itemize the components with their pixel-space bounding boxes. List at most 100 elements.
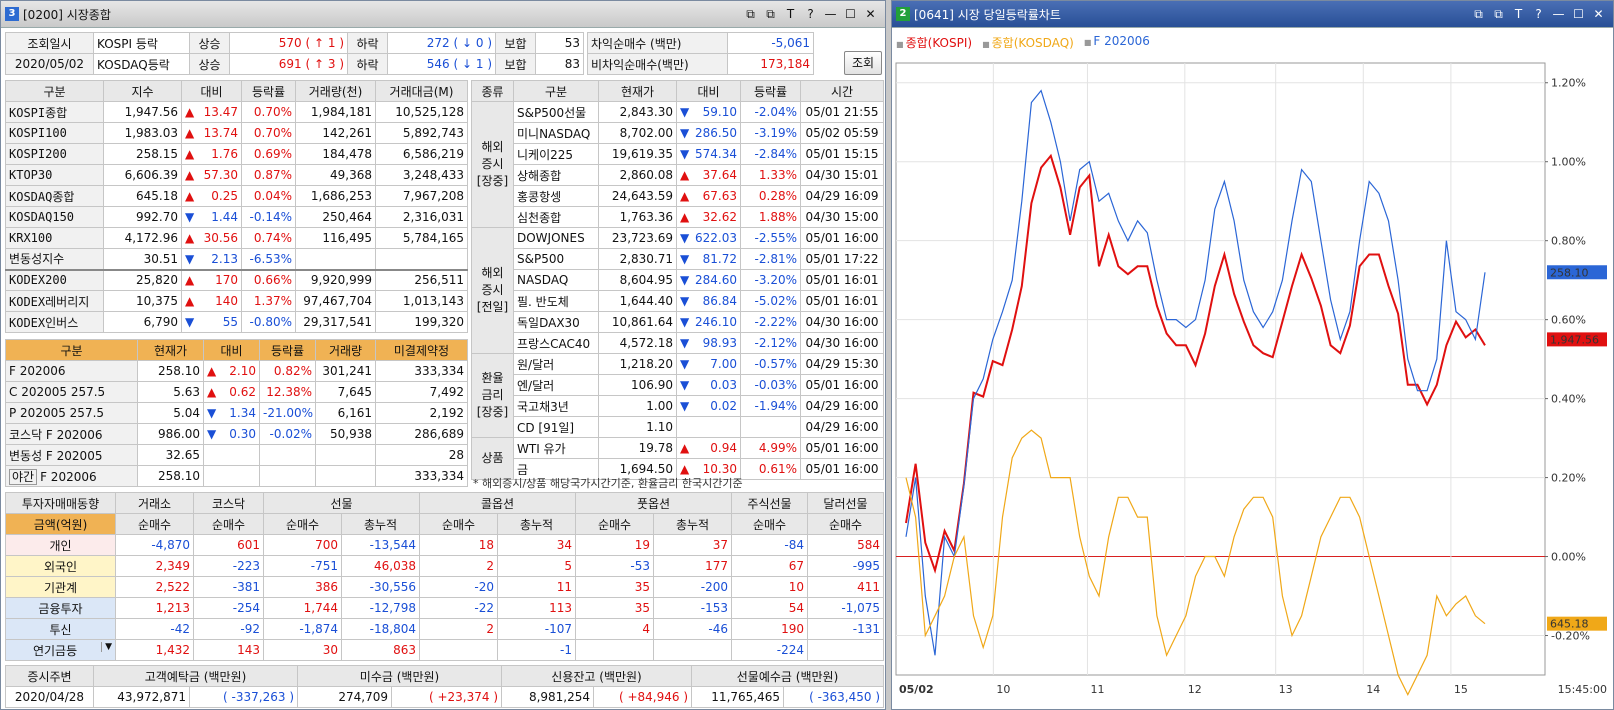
world-market-row[interactable]: CD [91일] 1.10 04/29 16:00 (472, 416, 884, 438)
investor-value: -12,798 (341, 597, 420, 619)
dropdown-arrow-icon[interactable]: ▼ (101, 641, 112, 652)
futures-row[interactable]: 코스닥 F 202006 986.00 ▼ 0.30 -0.02% 50,938 286,6… (5, 423, 468, 445)
world-market-row[interactable]: 심천종합 1,763.36 ▲ 32.62 1.88% 04/30 15:00 (472, 206, 884, 228)
world-market-time: 04/29 16:09 (800, 185, 884, 207)
world-market-name: 엔/달러 (513, 374, 599, 396)
advance-decline-row: 2020/05/02 KOSDAQ등락 상승 691 ( ↑ 3 ) 하락 546 ( ↓… (5, 53, 584, 75)
futures-name: 변동성 F 202005 (5, 444, 138, 466)
copy-icon[interactable]: ⧉ (1492, 7, 1505, 22)
world-group-label: 해외 증시 [전일] (471, 227, 514, 354)
minimize-icon[interactable]: — (824, 7, 837, 22)
futures-row[interactable]: C 202005 257.5 5.63 ▲ 0.62 12.38% 7,645 7,492 (5, 381, 468, 403)
close-icon[interactable]: ✕ (1592, 7, 1605, 22)
text-icon[interactable]: T (784, 7, 797, 22)
world-market-row[interactable]: 홍콩항셍 24,643.59 ▲ 67.63 0.28% 04/29 16:09 (472, 185, 884, 207)
help-icon[interactable]: ? (1532, 7, 1545, 22)
investor-value: 46,038 (341, 555, 420, 577)
futures-row[interactable]: 변동성 F 202005 32.65 28 (5, 444, 468, 466)
decline-label: 하락 (347, 32, 388, 54)
index-row[interactable]: KTOP30 6,606.39 ▲ 57.30 0.87% 49,368 3,248,433 (5, 164, 468, 186)
world-market-rate: -2.84% (740, 143, 801, 165)
text-icon[interactable]: T (1512, 7, 1525, 22)
column-header: 현재가 (598, 80, 677, 102)
index-change: ▲ 13.74 (181, 122, 242, 144)
legend-item[interactable]: ■ F 202006 (1084, 34, 1150, 51)
world-market-row[interactable]: 엔/달러 106.90 ▼ 0.03 -0.03% 05/01 16:00 (472, 374, 884, 396)
index-row[interactable]: KRX100 4,172.96 ▲ 30.56 0.74% 116,495 5,784,16… (5, 227, 468, 249)
copy-icon[interactable]: ⧉ (764, 7, 777, 22)
index-change: ▲ 57.30 (181, 164, 242, 186)
index-row[interactable]: KOSDAQ종합 645.18 ▲ 0.25 0.04% 1,686,253 7,967,2… (5, 185, 468, 207)
investor-value (575, 639, 654, 661)
index-row[interactable]: KOSDAQ150 992.70 ▼ 1.44 -0.14% 250,464 2,316,0… (5, 206, 468, 228)
query-button[interactable]: 조회 (844, 51, 882, 75)
index-row[interactable]: 변동성지수 30.51 ▼ 2.13 -6.53% (5, 248, 468, 270)
index-rate: 0.70% (241, 122, 296, 144)
index-row[interactable]: KOSPI200 258.15 ▲ 1.76 0.69% 184,478 6,586,219 (5, 143, 468, 165)
futures-row[interactable]: F 202006 258.10 ▲ 2.10 0.82% 301,241 333,334 (5, 360, 468, 382)
window-titlebar[interactable]: 3 [0200] 시장종합 ⧉ ⧉ T? — ☐ ✕ (1, 1, 885, 28)
restore-icon[interactable]: ⧉ (1472, 7, 1485, 22)
investor-value: -42 (115, 618, 194, 640)
maximize-icon[interactable]: ☐ (844, 7, 857, 22)
night-name: F 202006 (40, 469, 97, 484)
index-value: 992.70 (103, 206, 182, 228)
world-market-row[interactable]: 상품 WTI 유가 19.78 ▲ 0.94 4.99% 05/01 16:00 (471, 437, 884, 480)
index-row[interactable]: KOSPI100 1,983.03 ▲ 13.74 0.70% 142,261 5,892,… (5, 122, 468, 144)
close-icon[interactable]: ✕ (864, 7, 877, 22)
futures-row[interactable]: P 202005 257.5 5.04 ▼ 1.34 -21.00% 6,161 2,192 (5, 402, 468, 424)
investor-row[interactable]: 외국인 2,349 -223 -751 46,038 2 5 -53 177 67 -995 (5, 555, 884, 577)
index-row[interactable]: KODEX레버리지 10,375 ▲ 140 1.37% 97,467,704 1,013,… (5, 290, 468, 312)
column-header: 지수 (103, 80, 182, 102)
change-value: 37.64 (702, 168, 737, 182)
night-futures-name: 야간 F 202006 (5, 465, 138, 487)
investor-row[interactable]: 연기금등 ▼ 1,432 143 30 863 -1 -224 (5, 639, 884, 661)
help-icon[interactable]: ? (804, 7, 817, 22)
funds-item-header: 미수금 (백만원) (296, 665, 503, 687)
query-date-label: 조회일시 (5, 32, 94, 54)
investor-value: 143 (193, 639, 264, 661)
paren: ) (679, 690, 689, 704)
investor-row[interactable]: 금융투자 1,213 -254 1,744 -12,798 -22 113 35 -153 54-… (5, 597, 884, 619)
restore-icon[interactable]: ⧉ (744, 7, 757, 22)
world-market-row[interactable]: 환율 금리 [장중] 원/달러 1,218.20 ▼ 7.00 -0.57% 04/29 1… (471, 353, 884, 438)
legend-item[interactable]: ■ 종합(KOSDAQ) (982, 34, 1074, 51)
change-value: 55 (222, 315, 238, 329)
intraday-change-chart[interactable]: 1.20% 1.00% 0.80% 0.60% 0.40% 0.20% 0.00% -0.20… (892, 53, 1613, 709)
index-row[interactable]: KODEX인버스 6,790 ▼ 55 -0.80% 29,317,541 199,320 (5, 311, 468, 333)
world-market-time: 04/29 15:30 (800, 353, 884, 375)
world-market-row[interactable]: NASDAQ 8,604.95 ▼ 284.60 -3.20% 05/01 16:01 (472, 269, 884, 291)
world-market-row[interactable]: 니케이225 19,619.35 ▼ 574.34 -2.84% 05/01 15:15 (472, 143, 884, 165)
world-market-row[interactable]: 국고채3년 1.00 ▼ 0.02 -1.94% 04/29 16:00 (472, 395, 884, 417)
world-market-row[interactable]: 독일DAX30 10,861.64 ▼ 246.10 -2.22% 04/30 16:00 (472, 311, 884, 333)
world-market-row[interactable]: 해외 증시 [장중] S&P500선물 2,843.30 ▼ 59.10 -2.04% 05… (471, 101, 884, 228)
world-market-row[interactable]: 상해종합 2,860.08 ▲ 37.64 1.33% 04/30 15:01 (472, 164, 884, 186)
investor-name: 개인 (5, 534, 116, 556)
investor-value: 2,522 (115, 576, 194, 598)
minimize-icon[interactable]: — (1552, 7, 1565, 22)
index-row[interactable]: KOSPI종합 1,947.56 ▲ 13.47 0.70% 1,984,181 10,52… (5, 101, 468, 123)
change-value: 86.84 (702, 294, 737, 308)
change-value: 246.10 (695, 315, 737, 329)
maximize-icon[interactable]: ☐ (1572, 7, 1585, 22)
up-triangle-icon: ▲ (185, 273, 195, 288)
down-arrow-icon: ( ↓ (449, 36, 476, 50)
world-market-row[interactable]: 해외 증시 [전일] DOWJONES 23,723.69 ▼ 622.03 -2.55%… (471, 227, 884, 354)
investor-value: 67 (731, 555, 808, 577)
investor-row[interactable]: 기관계 2,522 -381 386 -30,556 -20 11 35 -200 10 411 (5, 576, 884, 598)
investor-row[interactable]: 개인 -4,870 601 700 -13,544 18 34 19 37 -84 584 (5, 534, 884, 556)
world-market-row[interactable]: 미니NASDAQ 8,702.00 ▼ 286.50 -3.19% 05/02 05:59 (472, 122, 884, 144)
index-row[interactable]: KODEX200 25,820 ▲ 170 0.66% 9,920,999 256,511 (5, 269, 468, 291)
legend-item[interactable]: ■ 종합(KOSPI) (896, 34, 972, 51)
world-market-row[interactable]: 프랑스CAC40 4,572.18 ▼ 98.93 -2.12% 04/30 16:00 (472, 332, 884, 354)
chart-legend[interactable]: ■ 종합(KOSPI) ■ 종합(KOSDAQ) ■ F 202006 (896, 34, 1150, 51)
up-arrow-icon: ( ↑ (301, 36, 328, 50)
world-market-row[interactable]: S&P500 2,830.71 ▼ 81.72 -2.81% 05/01 17:22 (472, 248, 884, 270)
night-futures-row[interactable]: 야간 F 202006 258.10 333,334 (5, 465, 468, 487)
world-market-row[interactable]: 필. 반도체 1,644.40 ▼ 86.84 -5.02% 05/01 16:01 (472, 290, 884, 312)
futures-volume: 50,938 (315, 423, 376, 445)
investor-value: 5 (497, 555, 576, 577)
window-titlebar[interactable]: 2 [0641] 시장 당일등락률차트 ⧉ ⧉ T? — ☐ ✕ (892, 1, 1613, 28)
funds-item-header: 고객예탁금 (백만원) (93, 665, 298, 687)
investor-row[interactable]: 투신 -42 -92 -1,874 -18,804 2 -107 4 -46 190 -131 (5, 618, 884, 640)
